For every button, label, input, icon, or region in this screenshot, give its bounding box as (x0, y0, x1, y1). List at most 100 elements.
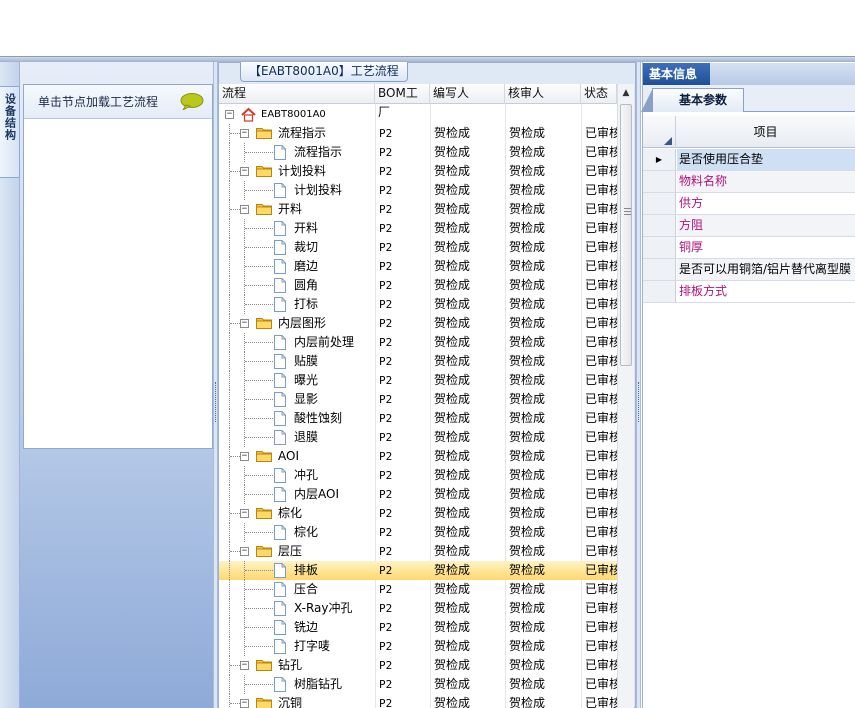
collapse-icon[interactable]: − (240, 167, 249, 176)
tree-row[interactable]: 退膜 P2 贺检成 贺检成 已审核 (219, 428, 617, 447)
property-grid-header: 项目 (643, 116, 855, 148)
tree-row[interactable]: 计划投料 P2 贺检成 贺检成 已审核 (219, 181, 617, 200)
cell-reviewer: 贺检成 (509, 297, 546, 311)
tree-row[interactable]: − 沉铜 P2 贺检成 贺检成 已审核 (219, 694, 617, 708)
cell-reviewer: 贺检成 (509, 658, 546, 672)
collapse-icon[interactable]: − (240, 699, 249, 708)
cell-status: 已审核 (585, 392, 617, 406)
property-row[interactable]: 排板方式 (643, 281, 855, 303)
tree-row[interactable]: 曝光 P2 贺检成 贺检成 已审核 (219, 371, 617, 390)
tree-row[interactable]: 树脂钻孔 P2 贺检成 贺检成 已审核 (219, 675, 617, 694)
tree-row[interactable]: X-Ray冲孔 P2 贺检成 贺检成 已审核 (219, 599, 617, 618)
cell-reviewer: 贺检成 (509, 525, 546, 539)
tree-row[interactable]: 压合 P2 贺检成 贺检成 已审核 (219, 580, 617, 599)
tree-row[interactable]: 圆角 P2 贺检成 贺检成 已审核 (219, 276, 617, 295)
property-row[interactable]: 铜厚 (643, 237, 855, 259)
col-header-process[interactable]: 流程 (219, 84, 375, 104)
cell-status: 已审核 (585, 183, 617, 197)
tree-row-selected[interactable]: 排板 P2 贺检成 贺检成 已审核 (219, 561, 617, 580)
column-header-item[interactable]: 项目 (676, 116, 855, 148)
tree-node-label: 曝光 (294, 373, 319, 387)
tree-root-row[interactable]: − EABT8001A0 (219, 105, 617, 124)
process-tree-grid[interactable]: 流程 BOM工厂 编写人 核审人 状态 − EABT8001A0 − 流程指示 P2… (219, 84, 617, 708)
document-icon (274, 411, 286, 426)
cell-writer: 贺检成 (434, 126, 471, 140)
row-header[interactable] (643, 259, 676, 280)
folder-icon (256, 204, 272, 215)
tree-row[interactable]: 显影 P2 贺检成 贺检成 已审核 (219, 390, 617, 409)
cell-status: 已审核 (585, 506, 617, 520)
splitter-grip[interactable] (638, 382, 639, 422)
splitter-grip[interactable] (215, 382, 216, 422)
cell-status: 已审核 (585, 126, 617, 140)
tree-row[interactable]: 铣边 P2 贺检成 贺检成 已审核 (219, 618, 617, 637)
cell-bom-factory: P2 (379, 450, 393, 463)
row-header[interactable] (643, 171, 676, 192)
collapse-icon[interactable]: − (225, 110, 234, 119)
tree-row[interactable]: 流程指示 P2 贺检成 贺检成 已审核 (219, 143, 617, 162)
tree-row[interactable]: − 开料 P2 贺检成 贺检成 已审核 (219, 200, 617, 219)
cell-status: 已审核 (585, 601, 617, 615)
tree-row[interactable]: 棕化 P2 贺检成 贺检成 已审核 (219, 523, 617, 542)
cell-status: 已审核 (585, 620, 617, 634)
col-header-reviewer[interactable]: 核审人 (505, 84, 581, 104)
collapse-icon[interactable]: − (240, 205, 249, 214)
property-row[interactable]: ▶ 是否使用压合垫 (643, 149, 855, 171)
document-icon (274, 582, 286, 597)
row-header[interactable] (643, 237, 676, 258)
info-panel-title[interactable]: 基本信息 (643, 63, 710, 85)
col-header-writer[interactable]: 编写人 (430, 84, 505, 104)
scroll-thumb[interactable] (620, 104, 632, 366)
tree-row[interactable]: 开料 P2 贺检成 贺检成 已审核 (219, 219, 617, 238)
row-header-corner (643, 116, 676, 148)
tree-node-label: 显影 (294, 392, 319, 406)
row-header[interactable] (643, 281, 676, 302)
collapse-icon[interactable]: − (240, 547, 249, 556)
tree-row[interactable]: − 层压 P2 贺检成 贺检成 已审核 (219, 542, 617, 561)
cell-writer: 贺检成 (434, 525, 471, 539)
collapse-icon[interactable]: − (240, 661, 249, 670)
document-icon (274, 487, 286, 502)
property-row[interactable]: 物料名称 (643, 171, 855, 193)
tree-row[interactable]: − 棕化 P2 贺检成 贺检成 已审核 (219, 504, 617, 523)
tree-row[interactable]: 内层前处理 P2 贺检成 贺检成 已审核 (219, 333, 617, 352)
col-header-bom-factory[interactable]: BOM工厂 (375, 84, 430, 119)
tree-row[interactable]: 内层AOI P2 贺检成 贺检成 已审核 (219, 485, 617, 504)
cell-bom-factory: P2 (379, 317, 393, 330)
cell-status: 已审核 (585, 430, 617, 444)
cell-reviewer: 贺检成 (509, 240, 546, 254)
collapse-icon[interactable]: − (240, 452, 249, 461)
row-header[interactable] (643, 193, 676, 214)
tree-row[interactable]: − AOI P2 贺检成 贺检成 已审核 (219, 447, 617, 466)
tree-row[interactable]: 打标 P2 贺检成 贺检成 已审核 (219, 295, 617, 314)
process-grid-scrollbar[interactable]: ▲ (617, 84, 634, 708)
tree-row[interactable]: − 内层图形 P2 贺检成 贺检成 已审核 (219, 314, 617, 333)
tree-row[interactable]: 贴膜 P2 贺检成 贺检成 已审核 (219, 352, 617, 371)
tree-row[interactable]: − 钻孔 P2 贺检成 贺检成 已审核 (219, 656, 617, 675)
tree-row[interactable]: 裁切 P2 贺检成 贺检成 已审核 (219, 238, 617, 257)
tree-row[interactable]: − 计划投料 P2 贺检成 贺检成 已审核 (219, 162, 617, 181)
document-icon (274, 240, 286, 255)
current-row-indicator-icon[interactable]: ▶ (643, 149, 676, 170)
collapse-icon[interactable]: − (240, 319, 249, 328)
tab-basic-params[interactable]: 基本参数 (641, 88, 744, 112)
tree-row[interactable]: 酸性蚀刻 P2 贺检成 贺检成 已审核 (219, 409, 617, 428)
property-row[interactable]: 供方 (643, 193, 855, 215)
collapse-icon[interactable]: − (240, 129, 249, 138)
property-row[interactable]: 方阻 (643, 215, 855, 237)
tree-row[interactable]: 磨边 P2 贺检成 贺检成 已审核 (219, 257, 617, 276)
document-icon (274, 639, 286, 654)
cell-bom-factory: P2 (379, 241, 393, 254)
row-header[interactable] (643, 215, 676, 236)
collapse-icon[interactable]: − (240, 509, 249, 518)
cell-reviewer: 贺检成 (509, 221, 546, 235)
col-header-status[interactable]: 状态 (581, 84, 617, 104)
tree-row[interactable]: 打字唛 P2 贺检成 贺检成 已审核 (219, 637, 617, 656)
right-splitter[interactable] (636, 62, 641, 708)
tree-row[interactable]: 冲孔 P2 贺检成 贺检成 已审核 (219, 466, 617, 485)
scroll-up-arrow-icon[interactable]: ▲ (618, 84, 634, 102)
tab-device-structure[interactable]: 设备结构 (0, 86, 20, 178)
property-row[interactable]: 是否可以用铜箔/铝片替代离型膜 (643, 259, 855, 281)
device-tree-area[interactable] (24, 119, 212, 448)
tree-row[interactable]: − 流程指示 P2 贺检成 贺检成 已审核 (219, 124, 617, 143)
